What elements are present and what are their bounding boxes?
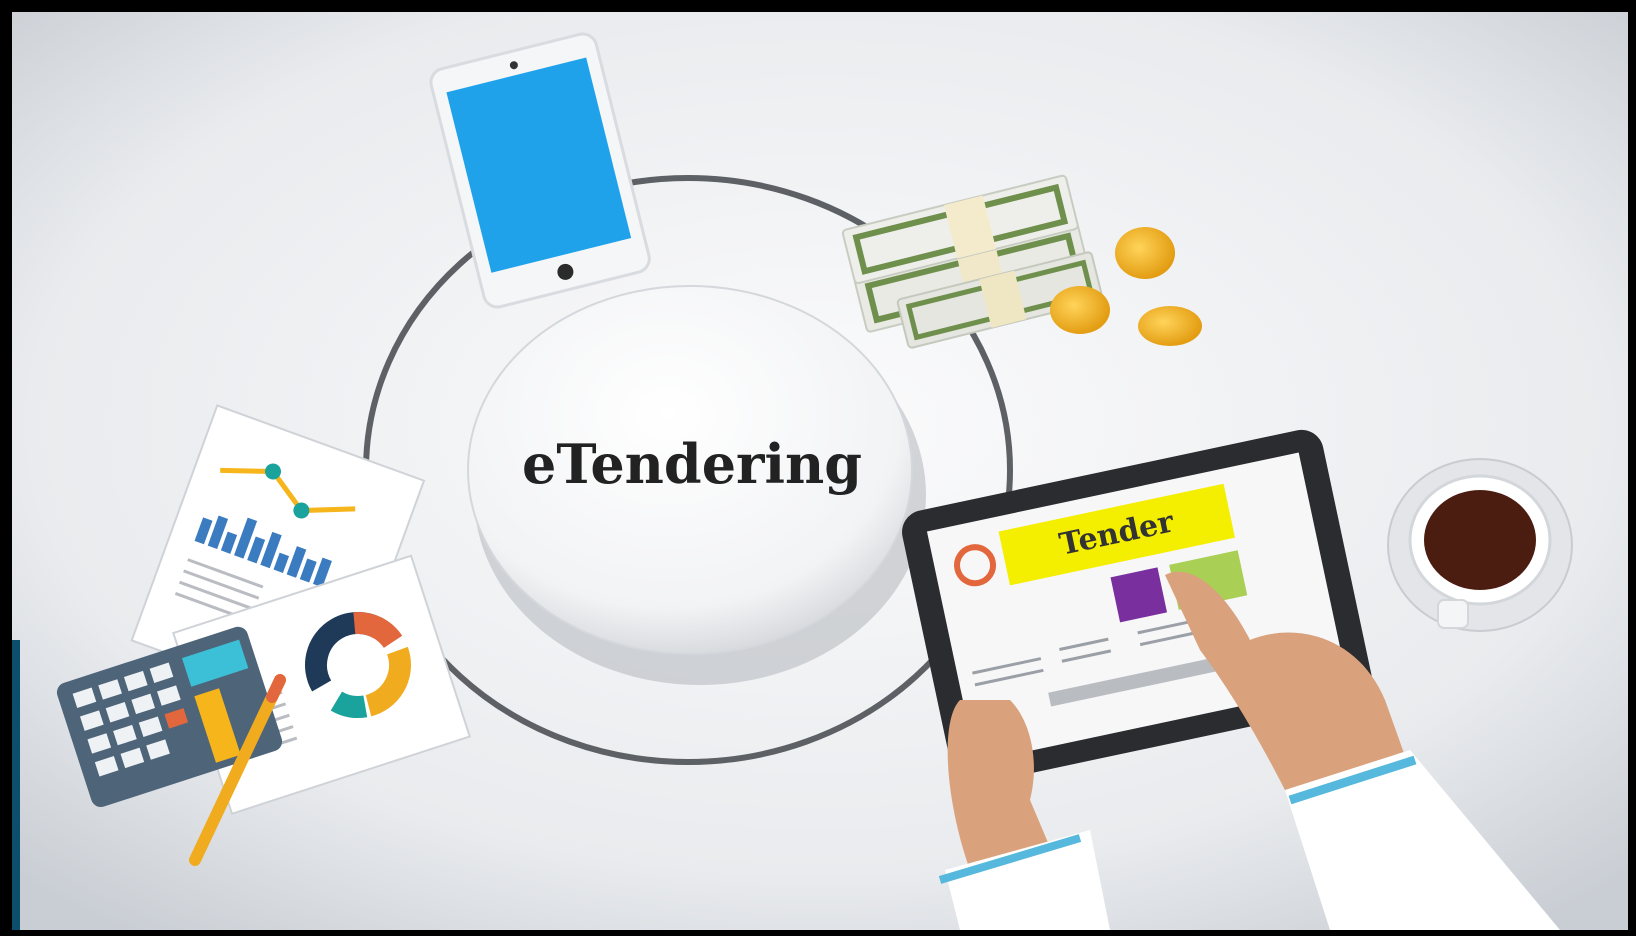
center-label: eTendering	[522, 432, 862, 496]
illustration-frame: eTendering Tender	[0, 0, 1636, 936]
left-edge-accent	[12, 640, 20, 930]
coffee-cup-icon	[1387, 458, 1573, 632]
etendering-illustration: eTendering Tender	[12, 12, 1628, 930]
